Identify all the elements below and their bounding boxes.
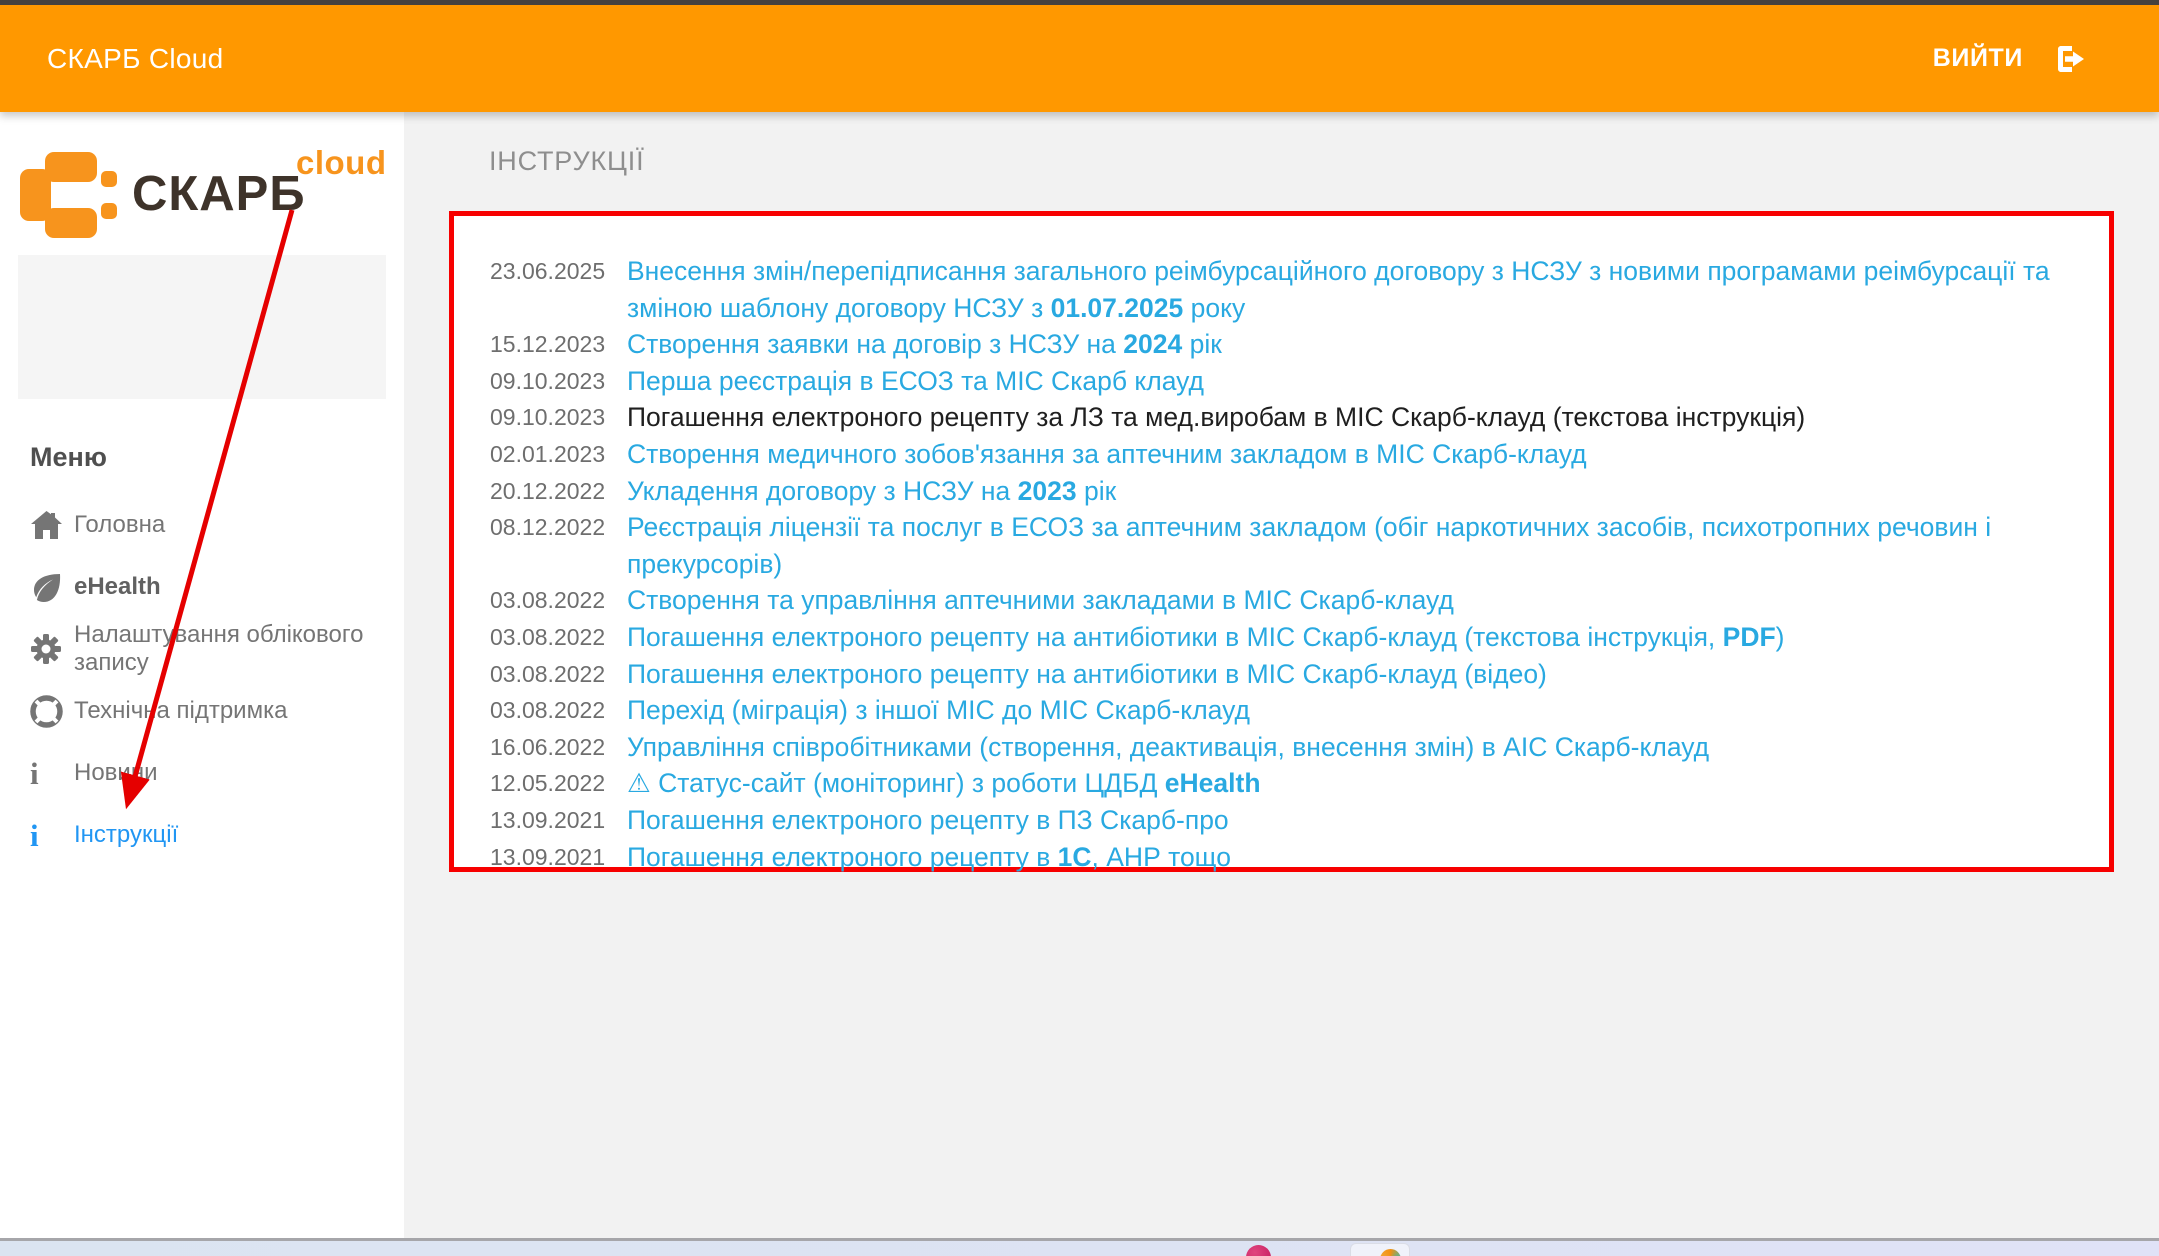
instruction-link[interactable]: Створення медичного зобов'язання за апте… — [627, 436, 2067, 473]
instruction-row: 09.10.2023Перша реєстрація в ЕСОЗ та МІС… — [490, 363, 2091, 400]
logout-button[interactable]: ВИЙТИ — [1933, 41, 2089, 77]
taskbar-button[interactable] — [1350, 1243, 1410, 1256]
instruction-link[interactable]: Укладення договору з НСЗУ на 2023 рік — [627, 473, 2067, 510]
browser-edge-strip — [0, 0, 2159, 5]
instruction-date: 09.10.2023 — [490, 363, 627, 400]
sidebar-item-home[interactable]: Головна — [0, 494, 404, 556]
life-ring-icon — [30, 695, 74, 728]
instruction-link[interactable]: ⚠ Статус-сайт (моніторинг) з роботи ЦДБД… — [627, 765, 2067, 802]
instruction-link[interactable]: Створення заявки на договір з НСЗУ на 20… — [627, 326, 2067, 363]
instruction-row: 03.08.2022Погашення електроного рецепту … — [490, 656, 2091, 693]
logout-label: ВИЙТИ — [1933, 44, 2023, 73]
logo-word: СКАРБ — [132, 166, 306, 222]
instruction-link[interactable]: Створення та управління аптечними заклад… — [627, 582, 2067, 619]
info-icon: i — [30, 758, 74, 789]
sidebar-item-news[interactable]: i Новини — [0, 742, 404, 804]
instruction-row: 20.12.2022Укладення договору з НСЗУ на 2… — [490, 473, 2091, 510]
sidebar-item-support[interactable]: Технічна підтримка — [0, 680, 404, 742]
sidebar-item-label: Новини — [74, 759, 158, 787]
instruction-link[interactable]: Погашення електроного рецепту на антибіо… — [627, 619, 2067, 656]
instruction-link[interactable]: Реєстрація ліцензії та послуг в ЕСОЗ за … — [627, 509, 2067, 582]
instruction-date: 08.12.2022 — [490, 509, 627, 546]
pink-app-icon[interactable] — [1246, 1245, 1271, 1256]
instruction-row: 13.09.2021Погашення електроного рецепту … — [490, 839, 2091, 876]
instruction-date: 16.06.2022 — [490, 729, 627, 766]
gear-icon — [30, 633, 74, 665]
instructions-list: 23.06.2025Внесення змін/перепідписання з… — [454, 216, 2109, 875]
instruction-link[interactable]: Погашення електроного рецепту на антибіо… — [627, 656, 2067, 693]
instruction-date: 15.12.2023 — [490, 326, 627, 363]
instruction-link[interactable]: Управління співробітниками (створення, д… — [627, 729, 2067, 766]
leaf-icon — [30, 571, 74, 603]
instruction-link[interactable]: Перша реєстрація в ЕСОЗ та МІС Скарб кла… — [627, 363, 2067, 400]
instruction-date: 12.05.2022 — [490, 765, 627, 802]
instruction-row: 12.05.2022⚠ Статус-сайт (моніторинг) з р… — [490, 765, 2091, 802]
instruction-link[interactable]: Внесення змін/перепідписання загального … — [627, 253, 2067, 326]
info-icon: i — [30, 820, 74, 851]
instruction-date: 03.08.2022 — [490, 692, 627, 729]
instruction-link[interactable]: Перехід (міграція) з іншої МІС до МІС Ск… — [627, 692, 2067, 729]
skarb-cloud-logo[interactable]: СКАРБ cloud — [20, 150, 390, 240]
logout-icon — [2053, 41, 2089, 77]
home-icon — [30, 510, 74, 540]
instruction-row: 16.06.2022Управління співробітниками (ст… — [490, 729, 2091, 766]
instruction-link[interactable]: Погашення електроного рецепту за ЛЗ та м… — [627, 399, 2067, 436]
instruction-row: 23.06.2025Внесення змін/перепідписання з… — [490, 253, 2091, 326]
instruction-link[interactable]: Погашення електроного рецепту в ПЗ Скарб… — [627, 802, 2067, 839]
taskbar-edge — [0, 1241, 2159, 1256]
app-header: СКАРБ Cloud ВИЙТИ — [0, 5, 2159, 112]
logo-cloud-suffix: cloud — [296, 144, 387, 182]
instruction-row: 13.09.2021Погашення електроного рецепту … — [490, 802, 2091, 839]
instruction-date: 23.06.2025 — [490, 253, 627, 290]
instruction-row: 02.01.2023Створення медичного зобов'язан… — [490, 436, 2091, 473]
instruction-date: 13.09.2021 — [490, 802, 627, 839]
instruction-row: 15.12.2023Створення заявки на договір з … — [490, 326, 2091, 363]
color-wheel-app-icon — [1380, 1249, 1401, 1256]
main-content: ІНСТРУКЦІЇ 23.06.2025Внесення змін/переп… — [404, 112, 2159, 1238]
instruction-row: 03.08.2022Створення та управління аптечн… — [490, 582, 2091, 619]
body-row: СКАРБ cloud Меню Головна — [0, 112, 2159, 1238]
instruction-row: 03.08.2022Погашення електроного рецепту … — [490, 619, 2091, 656]
page-title: ІНСТРУКЦІЇ — [489, 146, 644, 177]
sidebar-menu: Головна eHealth — [0, 494, 404, 866]
menu-heading: Меню — [30, 442, 107, 473]
instruction-link[interactable]: Погашення електроного рецепту в 1С, АНР … — [627, 839, 2067, 876]
sidebar-placeholder-panel — [18, 255, 386, 399]
sidebar-item-label: Налаштування облікового запису — [74, 621, 404, 677]
sidebar-item-instructions[interactable]: i Інструкції — [0, 804, 404, 866]
skarb-logo-icon — [20, 152, 117, 238]
instruction-row: 09.10.2023Погашення електроного рецепту … — [490, 399, 2091, 436]
app-title: СКАРБ Cloud — [47, 43, 224, 75]
sidebar: СКАРБ cloud Меню Головна — [0, 112, 404, 1238]
instruction-row: 08.12.2022Реєстрація ліцензії та послуг … — [490, 509, 2091, 582]
sidebar-item-label: Технічна підтримка — [74, 697, 287, 725]
sidebar-item-label: Головна — [74, 511, 165, 539]
sidebar-item-ehealth[interactable]: eHealth — [0, 556, 404, 618]
instruction-date: 02.01.2023 — [490, 436, 627, 473]
sidebar-item-label: eHealth — [74, 573, 161, 601]
instruction-row: 03.08.2022Перехід (міграція) з іншої МІС… — [490, 692, 2091, 729]
instruction-date: 20.12.2022 — [490, 473, 627, 510]
instruction-date: 13.09.2021 — [490, 839, 627, 876]
sidebar-item-label: Інструкції — [74, 821, 178, 849]
sidebar-item-account-settings[interactable]: Налаштування облікового запису — [0, 618, 404, 680]
annotation-highlight-box: 23.06.2025Внесення змін/перепідписання з… — [449, 211, 2114, 872]
instruction-date: 03.08.2022 — [490, 619, 627, 656]
instruction-date: 03.08.2022 — [490, 582, 627, 619]
skarb-cloud-app: СКАРБ Cloud ВИЙТИ СКАРБ cloud — [0, 0, 2159, 1256]
instruction-date: 09.10.2023 — [490, 399, 627, 436]
instruction-date: 03.08.2022 — [490, 656, 627, 693]
